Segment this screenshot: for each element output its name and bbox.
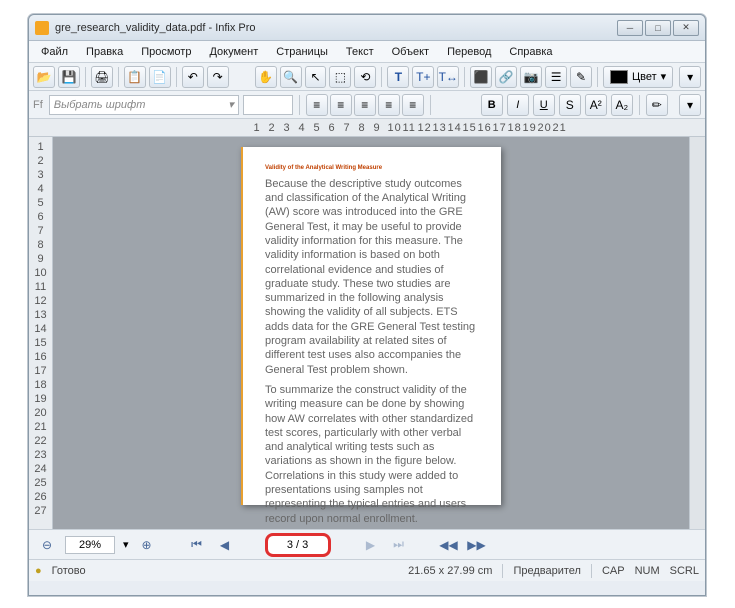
copy-icon[interactable]: 📋 [124,66,146,88]
status-scrl: SCRL [670,565,699,577]
lasso-icon[interactable]: ⟲ [354,66,376,88]
menu-object[interactable]: Объект [384,43,437,61]
text-tool-icon[interactable]: T [387,66,409,88]
doc-paragraph: Because the descriptive study outcomes a… [265,177,479,377]
toolbar-overflow-icon[interactable]: ▾ [679,66,701,88]
close-button[interactable]: ✕ [673,20,699,36]
camera-icon[interactable]: 📷 [520,66,542,88]
menu-edit[interactable]: Правка [78,43,131,61]
status-preview[interactable]: Предварител [513,565,581,577]
link-icon[interactable]: 🔗 [495,66,517,88]
ruler-vertical: 1234567891011121314151617181920212223242… [29,137,53,529]
history-forward-icon[interactable]: ▶▶ [467,535,487,555]
menu-text[interactable]: Текст [338,43,382,61]
app-window: gre_research_validity_data.pdf - Infix P… [28,14,706,596]
page-indicator[interactable]: 3 / 3 [265,533,331,557]
menu-pages[interactable]: Страницы [268,43,336,61]
align-center-icon[interactable]: ≡ [330,94,352,116]
align-justify-icon[interactable]: ≡ [378,94,400,116]
font-select[interactable]: Выбрать шрифт▾ [49,95,239,115]
align-full-icon[interactable]: ≡ [402,94,424,116]
menu-file[interactable]: Файл [33,43,76,61]
statusbar: ● Готово 21.65 x 27.99 cm Предварител CA… [29,559,705,581]
next-page-icon[interactable]: ▶ [361,535,381,555]
status-num: NUM [635,565,660,577]
document-canvas[interactable]: Validity of the Analytical Writing Measu… [53,137,689,529]
window-title: gre_research_validity_data.pdf - Infix P… [55,22,617,34]
zoom-out-icon[interactable]: ⊖ [37,535,57,555]
pdf-page[interactable]: Validity of the Analytical Writing Measu… [241,147,501,505]
highlight-icon[interactable]: ✏ [646,94,668,116]
edit-tool-icon[interactable]: ✎ [570,66,592,88]
format-toolbar: Ff Выбрать шрифт▾ ≡ ≡ ≡ ≡ ≡ B I U S A² A… [29,91,705,119]
crop-icon[interactable]: ⬛ [470,66,492,88]
print-icon[interactable]: 🖨 [91,66,113,88]
save-icon[interactable]: 💾 [58,66,80,88]
ruler-horizontal: 123456789101112131415161718192021 [29,119,705,137]
menu-document[interactable]: Документ [201,43,266,61]
maximize-button[interactable]: □ [645,20,671,36]
redo-icon[interactable]: ↷ [207,66,229,88]
superscript-icon[interactable]: A² [585,94,607,116]
status-ready: Готово [52,565,86,577]
hand-tool-icon[interactable]: ✋ [255,66,277,88]
zoom-value[interactable]: 29% [65,536,115,554]
status-cap: CAP [602,565,625,577]
menu-help[interactable]: Справка [501,43,560,61]
last-page-icon[interactable]: ⏭ [389,535,409,555]
status-dims: 21.65 x 27.99 cm [408,565,492,577]
main-toolbar: 📂 💾 🖨 📋 📄 ↶ ↷ ✋ 🔍 ↖ ⬚ ⟲ T T+ T↔ ⬛ 🔗 📷 ☰ … [29,63,705,91]
subscript-icon[interactable]: A₂ [611,94,633,116]
paste-icon[interactable]: 📄 [149,66,171,88]
menu-translate[interactable]: Перевод [439,43,499,61]
zoom-in-icon[interactable]: ⊕ [137,535,157,555]
status-bullet-icon: ● [35,565,42,577]
first-page-icon[interactable]: ⏮ [187,535,207,555]
nav-toolbar: ⊖ 29% ▾ ⊕ ⏮ ◀ 3 / 3 ▶ ⏭ ◀◀ ▶▶ [29,529,705,559]
font-label-icon: Ff [33,99,43,111]
italic-icon[interactable]: I [507,94,529,116]
open-icon[interactable]: 📂 [33,66,55,88]
vertical-scrollbar[interactable] [689,137,705,529]
text-plus-icon[interactable]: T+ [412,66,434,88]
zoom-tool-icon[interactable]: 🔍 [280,66,302,88]
undo-icon[interactable]: ↶ [182,66,204,88]
text-link-icon[interactable]: T↔ [437,66,459,88]
color-swatch [610,70,628,84]
pointer-tool-icon[interactable]: ↖ [305,66,327,88]
history-back-icon[interactable]: ◀◀ [439,535,459,555]
menubar: Файл Правка Просмотр Документ Страницы Т… [29,41,705,63]
underline-icon[interactable]: U [533,94,555,116]
form-icon[interactable]: ☰ [545,66,567,88]
titlebar[interactable]: gre_research_validity_data.pdf - Infix P… [29,15,705,41]
format-overflow-icon[interactable]: ▾ [679,94,701,116]
color-picker[interactable]: Цвет▾ [603,66,673,88]
align-left-icon[interactable]: ≡ [306,94,328,116]
doc-paragraph: To summarize the construct validity of t… [265,383,479,526]
app-icon [35,21,49,35]
menu-view[interactable]: Просмотр [133,43,199,61]
bold-icon[interactable]: B [481,94,503,116]
minimize-button[interactable]: ─ [617,20,643,36]
select-tool-icon[interactable]: ⬚ [329,66,351,88]
prev-page-icon[interactable]: ◀ [215,535,235,555]
doc-heading-1: Validity of the Analytical Writing Measu… [265,165,479,173]
align-right-icon[interactable]: ≡ [354,94,376,116]
font-size-select[interactable] [243,95,293,115]
strike-icon[interactable]: S [559,94,581,116]
zoom-dropdown-icon[interactable]: ▾ [123,538,129,551]
